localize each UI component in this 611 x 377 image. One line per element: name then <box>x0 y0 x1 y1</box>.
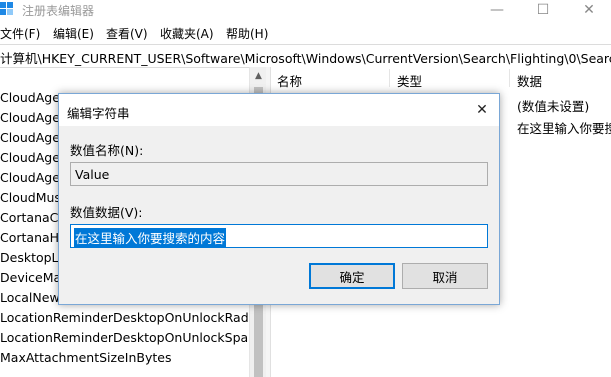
tree-item[interactable]: DesktopLo <box>0 248 66 268</box>
values-list-header: 名称 类型 数据 <box>271 67 611 89</box>
scroll-up-arrow-icon[interactable]: ▲ <box>250 67 267 84</box>
cancel-button[interactable]: 取消 <box>402 263 488 289</box>
tree-item[interactable]: LocationReminderDesktopOnUnlockSpan <box>0 328 248 348</box>
value-data-text: 在这里输入你要搜索的内容 <box>74 228 227 247</box>
ok-button[interactable]: 确定 <box>309 263 395 289</box>
tree-item[interactable]: MaxAttachmentSizeInBytes <box>0 348 171 368</box>
column-type[interactable]: 类型 <box>397 71 422 90</box>
tree-item[interactable]: DeviceMar <box>0 268 66 288</box>
minimize-button[interactable]: — <box>474 0 520 20</box>
menu-favorites[interactable]: 收藏夹(A) <box>160 25 214 42</box>
value-data-label: 数值数据(V): <box>70 205 143 220</box>
dialog-title-bar: 编辑字符串 ✕ <box>59 94 499 126</box>
address-path: 计算机\HKEY_CURRENT_USER\Software\Microsoft… <box>0 51 611 66</box>
close-window-button[interactable]: ✕ <box>566 0 611 20</box>
column-divider[interactable] <box>389 69 390 87</box>
menu-bar: 文件(F) 编辑(E) 查看(V) 收藏夹(A) 帮助(H) <box>0 22 611 42</box>
dialog-close-icon[interactable]: ✕ <box>471 99 493 121</box>
value-data-cell[interactable]: (数值未设置) <box>517 96 589 115</box>
menu-file[interactable]: 文件(F) <box>0 25 40 42</box>
window-title: 注册表编辑器 <box>22 4 95 18</box>
regedit-app-icon <box>0 2 14 16</box>
value-data-input[interactable]: 在这里输入你要搜索的内容 <box>70 224 488 248</box>
tree-item[interactable]: LocationReminderDesktopOnUnlockRadius <box>0 308 248 328</box>
menu-edit[interactable]: 编辑(E) <box>53 25 94 42</box>
menu-view[interactable]: 查看(V) <box>106 25 148 42</box>
tree-item[interactable]: LocalNewt <box>0 288 65 308</box>
title-bar: 注册表编辑器 — ☐ ✕ <box>0 0 611 20</box>
edit-string-dialog: 编辑字符串 ✕ 数值名称(N): Value 数值数据(V): 在这里输入你要搜… <box>58 93 500 305</box>
value-name-label: 数值名称(N): <box>70 143 144 158</box>
column-data[interactable]: 数据 <box>517 71 542 90</box>
column-divider[interactable] <box>509 69 510 87</box>
tree-item[interactable]: CloudMus <box>0 188 61 208</box>
value-data-cell[interactable]: 在这里输入你要搜 <box>517 118 611 137</box>
dialog-title: 编辑字符串 <box>67 106 130 121</box>
value-name-text: Value <box>75 167 110 182</box>
menu-help[interactable]: 帮助(H) <box>226 25 268 42</box>
tree-item[interactable]: CortanaHo <box>0 228 67 248</box>
value-name-field: Value <box>70 162 488 186</box>
column-name[interactable]: 名称 <box>277 71 302 90</box>
tree-item[interactable]: CortanaCo <box>0 208 66 228</box>
address-bar[interactable]: 计算机\HKEY_CURRENT_USER\Software\Microsoft… <box>0 44 611 68</box>
maximize-button[interactable]: ☐ <box>520 0 566 20</box>
